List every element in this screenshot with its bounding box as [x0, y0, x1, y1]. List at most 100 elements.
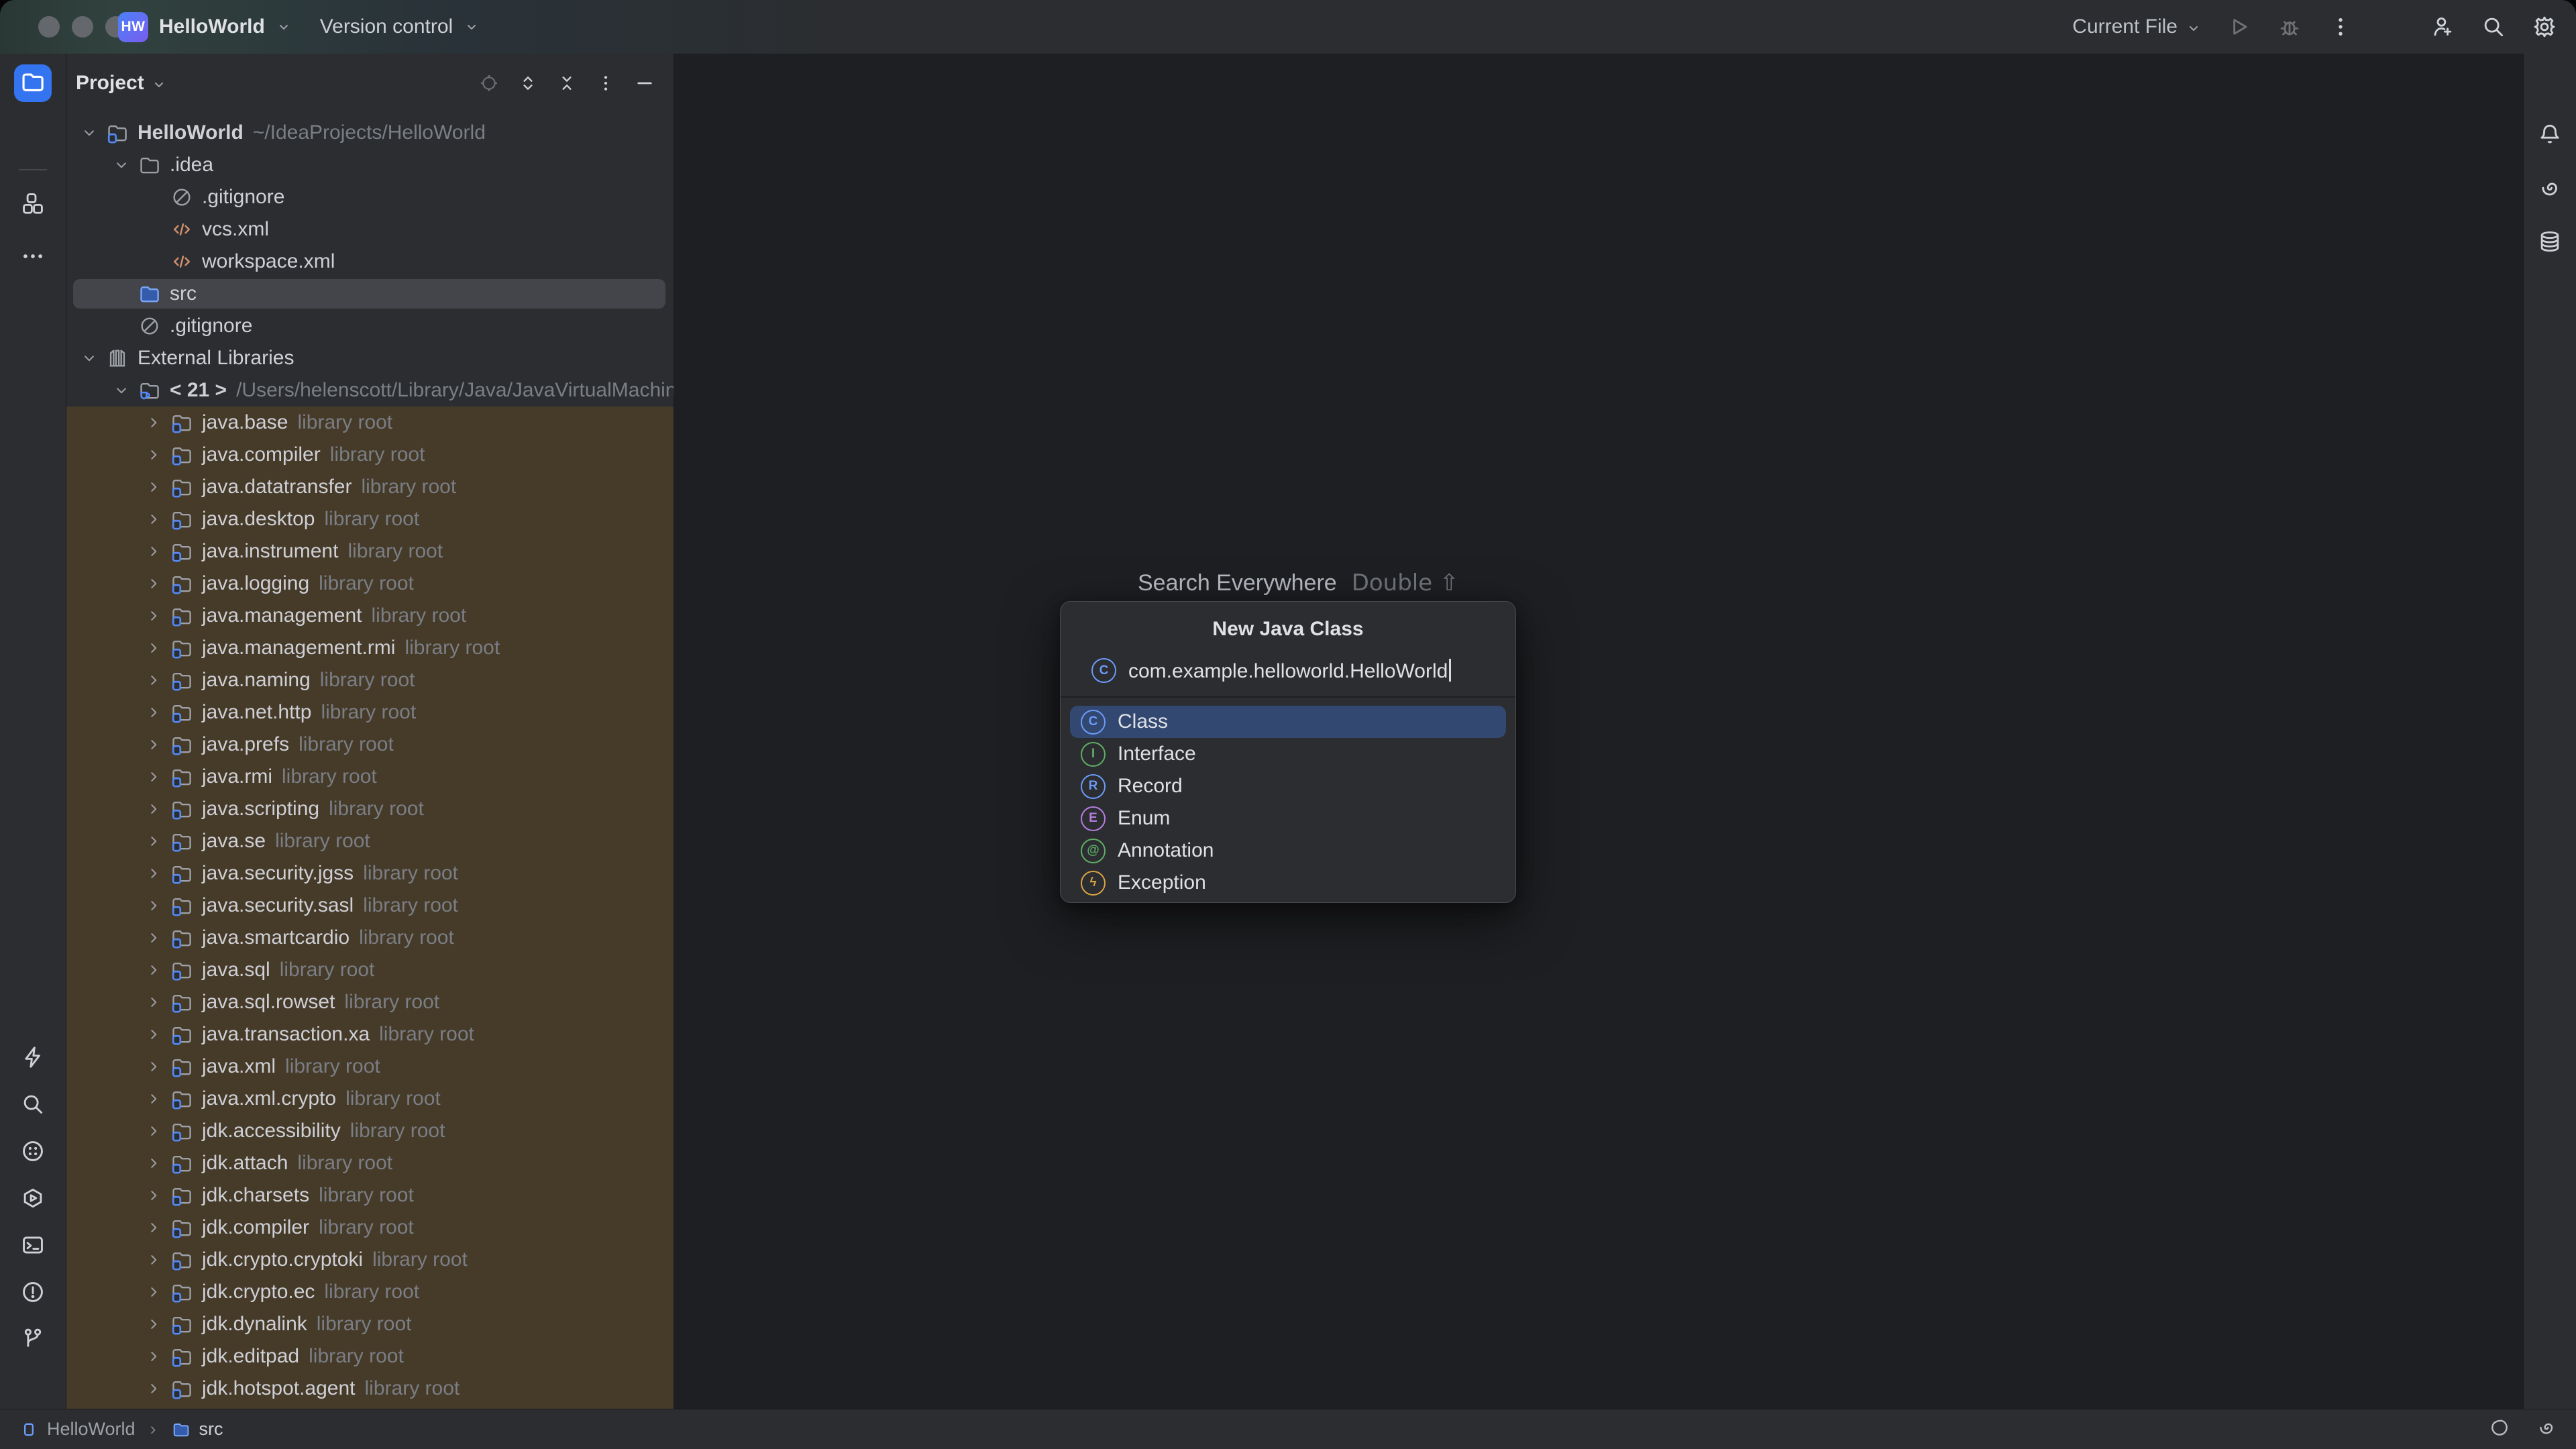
class-kind-option-annotation[interactable]: @Annotation: [1070, 835, 1506, 867]
breadcrumb-item-src[interactable]: src: [199, 1419, 223, 1440]
tree-row[interactable]: java.xml.cryptolibrary root: [66, 1083, 674, 1115]
tree-row[interactable]: jdk.accessibilitylibrary root: [66, 1115, 674, 1147]
chevron-collapsed-icon[interactable]: [139, 1213, 168, 1242]
chevron-collapsed-icon[interactable]: [139, 1181, 168, 1210]
tree-row[interactable]: External Libraries: [66, 342, 674, 374]
tree-row[interactable]: java.instrumentlibrary root: [66, 535, 674, 568]
chevron-collapsed-icon[interactable]: [139, 955, 168, 985]
chevron-collapsed-icon[interactable]: [139, 1148, 168, 1178]
chevron-collapsed-icon[interactable]: [139, 665, 168, 695]
chevron-collapsed-icon[interactable]: [139, 730, 168, 759]
tree-row[interactable]: .idea: [66, 149, 674, 181]
tree-row[interactable]: java.naminglibrary root: [66, 664, 674, 696]
tree-row[interactable]: java.security.sasllibrary root: [66, 890, 674, 922]
close-window-button[interactable]: [38, 16, 60, 38]
class-kind-option-record[interactable]: RRecord: [1070, 770, 1506, 802]
debug-button[interactable]: [2275, 13, 2304, 41]
chevron-collapsed-icon[interactable]: [139, 762, 168, 792]
hide-panel-icon[interactable]: [633, 72, 656, 95]
tree-row[interactable]: java.selibrary root: [66, 825, 674, 857]
find-tool-window-button[interactable]: [14, 1087, 52, 1124]
chevron-collapsed-icon[interactable]: [139, 698, 168, 727]
chevron-collapsed-icon[interactable]: [139, 1374, 168, 1403]
chevron-collapsed-icon[interactable]: [139, 408, 168, 437]
tree-row[interactable]: jdk.compilerlibrary root: [66, 1212, 674, 1244]
tree-row[interactable]: jdk.attachlibrary root: [66, 1147, 674, 1179]
chevron-expanded-icon[interactable]: [107, 150, 136, 180]
tree-row[interactable]: java.sql.rowsetlibrary root: [66, 986, 674, 1018]
tree-row[interactable]: java.scriptinglibrary root: [66, 793, 674, 825]
tree-row[interactable]: java.smartcardiolibrary root: [66, 922, 674, 954]
class-kind-option-interface[interactable]: IInterface: [1070, 738, 1506, 770]
expand-all-icon[interactable]: [517, 72, 539, 95]
tree-row[interactable]: workspace.xml: [66, 246, 674, 278]
chevron-collapsed-icon[interactable]: [139, 987, 168, 1017]
tree-row[interactable]: java.sqllibrary root: [66, 954, 674, 986]
build-tool-window-button[interactable]: [14, 1040, 52, 1077]
run-configuration-selector[interactable]: Current File: [2072, 15, 2202, 38]
search-everywhere-icon[interactable]: [2479, 13, 2508, 41]
chevron-collapsed-icon[interactable]: [139, 794, 168, 824]
ai-assistant-status-icon[interactable]: [2536, 1417, 2557, 1442]
run-button[interactable]: [2224, 13, 2253, 41]
tree-row[interactable]: jdk.hotspot.agentlibrary root: [66, 1373, 674, 1405]
class-kind-option-exception[interactable]: ϟException: [1070, 867, 1506, 899]
chevron-collapsed-icon[interactable]: [139, 601, 168, 631]
tree-row[interactable]: .gitignore: [66, 310, 674, 342]
vcs-widget[interactable]: Version control: [320, 15, 453, 38]
chevron-collapsed-icon[interactable]: [139, 504, 168, 534]
tree-row[interactable]: java.baselibrary root: [66, 407, 674, 439]
tree-row[interactable]: jdk.crypto.cryptokilibrary root: [66, 1244, 674, 1276]
class-name-input[interactable]: C com.example.helloworld.HelloWorld: [1091, 658, 1515, 683]
terminal-tool-window-button[interactable]: [14, 1228, 52, 1265]
tree-row[interactable]: java.datatransferlibrary root: [66, 471, 674, 503]
project-panel-title[interactable]: Project: [76, 72, 167, 95]
locate-file-icon[interactable]: [478, 72, 500, 95]
version-control-tool-window-button[interactable]: [14, 1322, 52, 1359]
settings-gear-icon[interactable]: [2530, 13, 2559, 41]
tree-row[interactable]: jdk.charsetslibrary root: [66, 1179, 674, 1212]
tree-row[interactable]: vcs.xml: [66, 213, 674, 246]
tree-row[interactable]: jdk.editpadlibrary root: [66, 1340, 674, 1373]
chevron-expanded-icon[interactable]: [107, 376, 136, 405]
tree-row[interactable]: src: [66, 278, 674, 310]
code-with-me-add-user-icon[interactable]: [2428, 13, 2457, 41]
minimize-window-button[interactable]: [72, 16, 93, 38]
chevron-collapsed-icon[interactable]: [139, 537, 168, 566]
tree-row[interactable]: java.desktoplibrary root: [66, 503, 674, 535]
chevron-collapsed-icon[interactable]: [139, 1084, 168, 1114]
ai-assistant-button[interactable]: [2531, 170, 2569, 208]
breadcrumb-item-project[interactable]: HelloWorld: [47, 1419, 136, 1440]
problems-tool-window-button[interactable]: [14, 1275, 52, 1312]
tree-row[interactable]: jdk.crypto.eclibrary root: [66, 1276, 674, 1308]
tree-row[interactable]: HelloWorld~/IdeaProjects/HelloWorld: [66, 117, 674, 149]
tree-row[interactable]: java.logginglibrary root: [66, 568, 674, 600]
tree-row[interactable]: < 21 >/Users/helenscott/Library/Java/Jav…: [66, 374, 674, 407]
notifications-button[interactable]: [2531, 117, 2569, 154]
tree-row[interactable]: java.compilerlibrary root: [66, 439, 674, 471]
chevron-collapsed-icon[interactable]: [139, 826, 168, 856]
tree-row[interactable]: java.transaction.xalibrary root: [66, 1018, 674, 1051]
chevron-collapsed-icon[interactable]: [139, 1277, 168, 1307]
database-button[interactable]: [2531, 224, 2569, 262]
chevron-collapsed-icon[interactable]: [139, 1245, 168, 1275]
panel-options-kebab-icon[interactable]: [594, 72, 617, 95]
chevron-collapsed-icon[interactable]: [139, 891, 168, 920]
class-kind-option-enum[interactable]: EEnum: [1070, 802, 1506, 835]
chevron-collapsed-icon[interactable]: [139, 1020, 168, 1049]
more-actions-kebab-icon[interactable]: [2326, 13, 2355, 41]
tree-row[interactable]: java.security.jgsslibrary root: [66, 857, 674, 890]
chevron-collapsed-icon[interactable]: [139, 1052, 168, 1081]
chevron-expanded-icon[interactable]: [74, 118, 104, 148]
chevron-expanded-icon[interactable]: [74, 343, 104, 373]
tree-row[interactable]: .gitignore: [66, 181, 674, 213]
services-tool-window-button[interactable]: [14, 1181, 52, 1218]
tree-row[interactable]: java.rmilibrary root: [66, 761, 674, 793]
chevron-collapsed-icon[interactable]: [139, 1309, 168, 1339]
learn-tool-window-button[interactable]: [14, 1134, 52, 1171]
chevron-collapsed-icon[interactable]: [139, 859, 168, 888]
tree-row[interactable]: java.managementlibrary root: [66, 600, 674, 632]
chevron-collapsed-icon[interactable]: [139, 440, 168, 470]
tree-row[interactable]: java.xmllibrary root: [66, 1051, 674, 1083]
structure-tool-window-button[interactable]: [14, 186, 52, 223]
